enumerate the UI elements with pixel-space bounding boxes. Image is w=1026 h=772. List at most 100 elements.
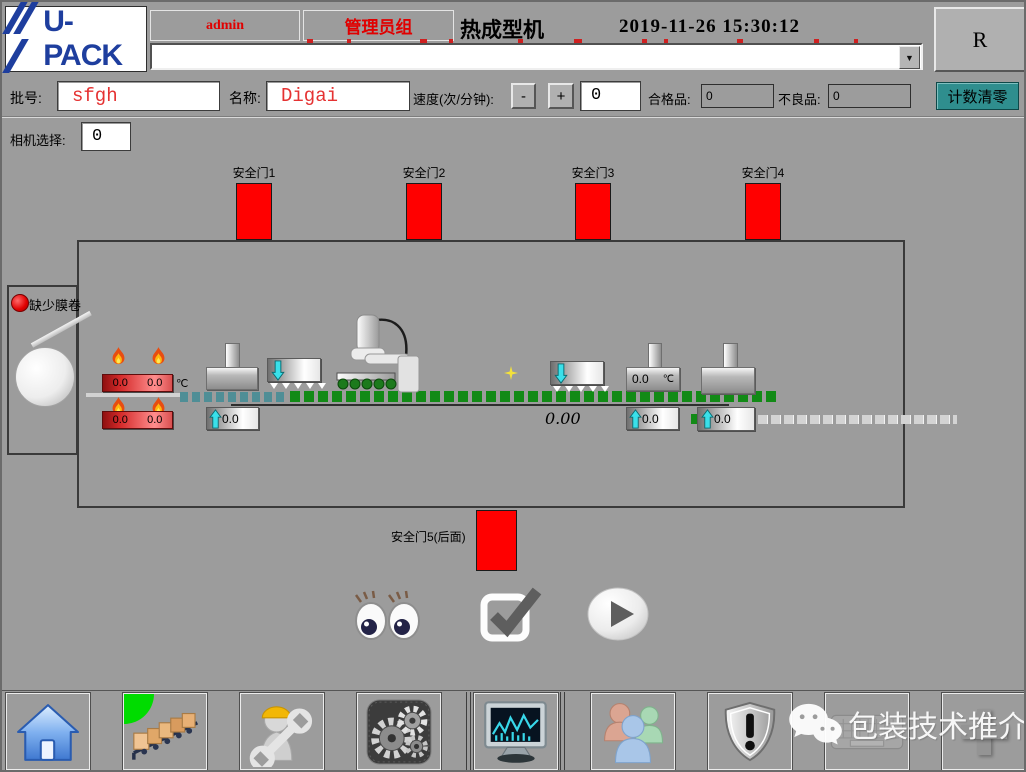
door5-label: 安全门5(后面) [391, 528, 466, 545]
toolbar-home-button[interactable] [6, 693, 90, 770]
speed-input[interactable]: 0 [580, 81, 641, 111]
clear-count-button[interactable]: 计数清零 [936, 82, 1019, 110]
machine-enclosure [77, 240, 905, 508]
logo-slashes-icon [12, 0, 43, 78]
alarm-combobox-value [152, 49, 156, 64]
cyan-down-arrow-icon [271, 360, 285, 381]
flame-icon [110, 346, 127, 372]
fail-count-box: 0 [828, 84, 911, 108]
combobox-dropdown-arrow-icon[interactable]: ▼ [899, 46, 920, 69]
divider [2, 116, 1024, 118]
cyan-up-arrow-icon [629, 409, 642, 429]
door2-label: 安全门2 [394, 164, 454, 181]
wechat-icon [788, 702, 844, 750]
alarm-combobox[interactable]: ▼ [150, 43, 923, 70]
forming-press-cylinder [225, 343, 240, 369]
batch-label: 批号: [10, 88, 42, 108]
film-warning-label: 缺少膜卷 [29, 295, 81, 314]
speed-label: 速度(次/分钟): [413, 89, 494, 108]
punch-unit-1 [267, 358, 321, 382]
punch-unit-2 [550, 361, 604, 385]
logo: U-PACK [5, 6, 147, 72]
alarm-shield-icon [719, 698, 781, 766]
heater-bottom-value1: 0.0 [113, 414, 128, 426]
forming-press-base [206, 367, 258, 390]
toolbar-settings-button[interactable] [357, 693, 441, 770]
door3-label: 安全门3 [563, 164, 623, 181]
name-input[interactable]: Digai [266, 81, 410, 111]
hmi-screen: U-PACK admin 管理员组 热成型机 2019-11-26 15:30:… [0, 0, 1026, 772]
toolbar-top-line [2, 690, 1024, 691]
users-icon [598, 699, 668, 765]
play-icon[interactable] [587, 587, 649, 646]
film-roll-icon [15, 347, 75, 407]
heater-top-value1: 0.0 [113, 377, 128, 389]
toolbar-separator [564, 692, 565, 771]
toolbar-separator [560, 692, 561, 771]
speed-value: 0 [581, 82, 640, 109]
fail-count: 0 [833, 89, 840, 103]
cut-station-cylinder [723, 343, 738, 368]
toolbar-maintenance-button[interactable] [240, 693, 324, 770]
user-group-box[interactable]: 管理员组 [303, 10, 454, 41]
cycle-counter: 0.00 [545, 409, 581, 428]
cutting-value: 0.0 [714, 412, 731, 426]
user-group: 管理员组 [345, 13, 413, 38]
heater-top-value2: 0.0 [147, 377, 162, 389]
door1-label: 安全门1 [224, 164, 284, 181]
cyan-down-arrow-icon [554, 363, 568, 384]
sealing-value-box: 0.0 [626, 407, 679, 430]
toolbar-users-button[interactable] [591, 693, 675, 770]
batch-value: sfgh [58, 82, 219, 110]
door2-status [406, 183, 442, 240]
heater-bottom-value2: 0.0 [147, 414, 162, 426]
current-user-box[interactable]: admin [150, 10, 300, 41]
pass-count-box: 0 [701, 84, 774, 108]
heater-top-display: 0.0 0.0 [102, 374, 173, 392]
camera-select-input[interactable]: 0 [81, 122, 131, 151]
sealing-value: 0.0 [642, 412, 659, 426]
r-button[interactable]: R [934, 7, 1026, 72]
camera-select-label: 相机选择: [10, 130, 66, 149]
watermark: 包装技术推介 [788, 702, 1026, 750]
speed-minus-button[interactable]: - [511, 83, 536, 109]
name-label: 名称: [229, 88, 261, 108]
check-icon[interactable] [480, 584, 542, 647]
toolbar-production-button[interactable] [123, 693, 207, 770]
home-icon [12, 701, 84, 763]
conveyor-infeed [180, 392, 288, 402]
door3-status [575, 183, 611, 240]
eyes-icon[interactable] [353, 589, 423, 648]
heater-bottom-display: 0.0 0.0 [102, 411, 173, 429]
settings-gears-icon [366, 699, 432, 765]
cutting-value-box: 0.0 [697, 407, 755, 431]
punch-pins-2 [553, 386, 609, 392]
seal-temp-unit: ℃ [663, 374, 674, 385]
film-warning-indicator-icon [11, 294, 29, 312]
logo-text: U-PACK [43, 5, 146, 73]
speed-plus-button[interactable]: + [548, 83, 574, 109]
pass-count: 0 [706, 89, 713, 103]
toolbar-alarm-button[interactable] [708, 693, 792, 770]
camera-select-value: 0 [82, 123, 130, 150]
forming-value-box: 0.0 [206, 407, 259, 430]
punch-pins-1 [270, 383, 326, 389]
toolbar-separator [466, 692, 467, 771]
conveyor-rail-line [231, 404, 729, 406]
monitor-icon [480, 699, 552, 765]
sparkle-icon [504, 366, 518, 385]
current-user: admin [206, 18, 244, 34]
batch-input[interactable]: sfgh [57, 81, 220, 111]
door4-label: 安全门4 [733, 164, 793, 181]
forming-value: 0.0 [222, 412, 239, 426]
pass-label: 合格品: [648, 89, 691, 108]
door1-status [236, 183, 272, 240]
flame-icon [150, 346, 167, 372]
cyan-up-arrow-icon [209, 409, 222, 429]
toolbar-separator [470, 692, 471, 771]
fail-label: 不良品: [778, 89, 821, 108]
toolbar-monitor-button[interactable] [474, 693, 558, 770]
maintenance-icon [247, 697, 317, 767]
cut-station-base [701, 367, 755, 394]
name-value: Digai [267, 82, 409, 110]
